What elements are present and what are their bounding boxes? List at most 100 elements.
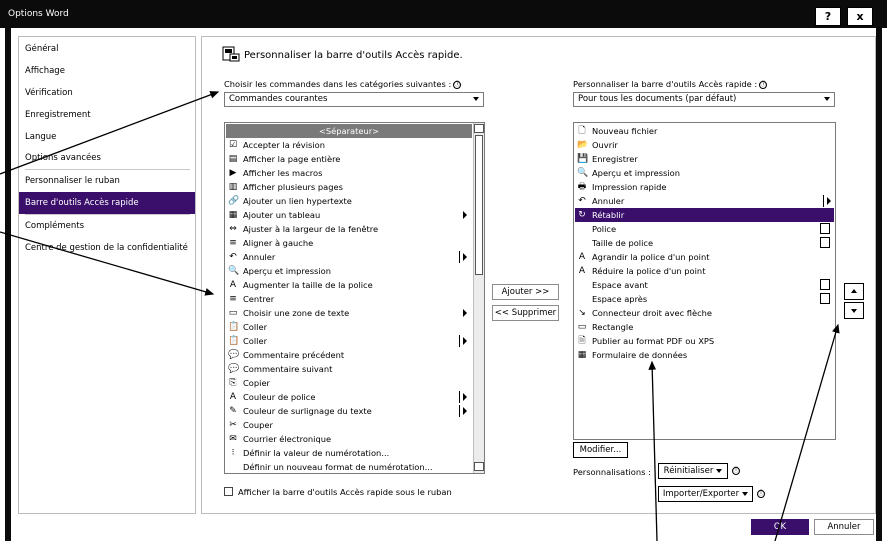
command-item[interactable]: ✂ Couper bbox=[226, 418, 472, 432]
qat-label: Connecteur droit avec flèche bbox=[592, 308, 713, 318]
command-item[interactable]: ▦ Ajouter un tableau bbox=[226, 208, 472, 222]
command-icon: 🗎 bbox=[578, 336, 586, 346]
command-icon: 📋 bbox=[228, 322, 240, 332]
command-item[interactable]: ▤ Afficher la page entière bbox=[226, 152, 472, 166]
command-item[interactable]: 📋 Coller bbox=[226, 320, 472, 334]
command-item[interactable]: 🔍 Aperçu et impression bbox=[226, 264, 472, 278]
qat-item[interactable]: ↘ Connecteur droit avec flèche bbox=[575, 306, 834, 320]
command-item[interactable]: ▥ Afficher plusieurs pages bbox=[226, 180, 472, 194]
split-separator bbox=[459, 335, 460, 347]
help-button[interactable]: ? bbox=[815, 7, 841, 26]
nav-item-proofing[interactable]: Vérification bbox=[19, 82, 195, 104]
command-item[interactable]: A Augmenter la taille de la police bbox=[226, 278, 472, 292]
command-item[interactable]: ⇔ Ajuster à la largeur de la fenêtre bbox=[226, 222, 472, 236]
nav-item-save[interactable]: Enregistrement bbox=[19, 104, 195, 126]
scroll-down-button[interactable] bbox=[474, 462, 484, 471]
submenu-arrow-icon bbox=[463, 407, 467, 415]
commands-category-select[interactable]: Commandes courantes bbox=[224, 92, 484, 107]
command-item[interactable]: <Séparateur> bbox=[226, 124, 472, 138]
command-icon: ≡ bbox=[229, 294, 237, 304]
command-item[interactable]: ⎘ Copier bbox=[226, 376, 472, 390]
command-item[interactable]: Définir un nouveau format de numérotatio… bbox=[226, 460, 472, 473]
command-item[interactable]: ↶ Annuler bbox=[226, 250, 472, 264]
qat-item[interactable]: ▭ Rectangle bbox=[575, 320, 834, 334]
qat-item[interactable]: 💾 Enregistrer bbox=[575, 152, 834, 166]
command-item[interactable]: ✎ Couleur de surlignage du texte bbox=[226, 404, 472, 418]
commands-scrollbar[interactable] bbox=[473, 123, 484, 473]
remove-command-button[interactable]: << Supprimer bbox=[492, 305, 559, 321]
qat-item[interactable]: Police bbox=[575, 222, 834, 236]
qat-item[interactable]: Taille de police bbox=[575, 236, 834, 250]
nav-item-language[interactable]: Langue bbox=[19, 126, 195, 148]
command-icon: 💬 bbox=[228, 364, 240, 374]
nav-item-general[interactable]: Général bbox=[19, 38, 195, 60]
command-item[interactable]: 💬 Commentaire précédent bbox=[226, 348, 472, 362]
move-up-button[interactable] bbox=[844, 283, 864, 300]
qat-item[interactable]: ↻ Rétablir bbox=[575, 208, 834, 222]
qat-item[interactable]: 🖶 Impression rapide bbox=[575, 180, 834, 194]
cancel-button[interactable]: Annuler bbox=[814, 519, 874, 535]
qat-label: Agrandir la police d'un point bbox=[592, 252, 710, 262]
nav-item-quick-access-toolbar[interactable]: Barre d'outils Accès rapide bbox=[19, 192, 195, 214]
submenu-arrow-icon bbox=[463, 309, 467, 317]
command-icon: ≡ bbox=[229, 238, 237, 248]
command-item[interactable]: ⁝ Définir la valeur de numérotation... bbox=[226, 446, 472, 460]
import-export-dropdown[interactable]: Importer/Exporter bbox=[658, 486, 753, 502]
command-icon: ▥ bbox=[228, 182, 238, 192]
reset-dropdown[interactable]: Réinitialiser bbox=[658, 463, 728, 479]
command-item[interactable]: ≡ Centrer bbox=[226, 292, 472, 306]
command-item[interactable]: ▭ Choisir une zone de texte bbox=[226, 306, 472, 320]
command-label: Ajuster à la largeur de la fenêtre bbox=[243, 224, 379, 234]
nav-item-customize-ribbon[interactable]: Personnaliser le ruban bbox=[19, 170, 195, 192]
qat-item[interactable]: A Réduire la police d'un point bbox=[575, 264, 834, 278]
command-label: Aligner à gauche bbox=[243, 238, 314, 248]
qat-item[interactable]: 🔍 Aperçu et impression bbox=[575, 166, 834, 180]
move-down-button[interactable] bbox=[844, 302, 864, 319]
qat-item[interactable]: 🗎 Publier au format PDF ou XPS bbox=[575, 334, 834, 348]
command-icon: ▦ bbox=[228, 210, 238, 220]
split-separator bbox=[459, 391, 460, 403]
qat-item[interactable]: A Agrandir la police d'un point bbox=[575, 250, 834, 264]
command-item[interactable]: ☑ Accepter la révision bbox=[226, 138, 472, 152]
qat-item[interactable]: 🗋 Nouveau fichier bbox=[575, 124, 834, 138]
main-panel: Personnaliser la barre d'outils Accès ra… bbox=[201, 36, 876, 535]
qat-item[interactable]: 📂 Ouvrir bbox=[575, 138, 834, 152]
toolbar-scope-label: Personnaliser la barre d'outils Accès ra… bbox=[573, 79, 758, 89]
info-icon: ⓘ bbox=[759, 80, 768, 89]
command-item[interactable]: ✉ Courrier électronique bbox=[226, 432, 472, 446]
scroll-up-button[interactable] bbox=[474, 124, 484, 133]
nav-item-trust-center[interactable]: Centre de gestion de la confidentialité bbox=[19, 237, 195, 259]
command-item[interactable]: 📋 Coller bbox=[226, 334, 472, 348]
add-command-button[interactable]: Ajouter >> bbox=[492, 284, 559, 300]
close-button[interactable]: x bbox=[847, 7, 873, 26]
qat-item[interactable]: ▦ Formulaire de données bbox=[575, 348, 834, 362]
command-icon: ▭ bbox=[228, 308, 238, 318]
toolbar-scope-select[interactable]: Pour tous les documents (par défaut) bbox=[573, 92, 835, 107]
command-item[interactable]: 🔗 Ajouter un lien hypertexte bbox=[226, 194, 472, 208]
qat-item[interactable]: Espace avant bbox=[575, 278, 834, 292]
info-icon: ⓘ bbox=[757, 490, 765, 498]
ok-button[interactable]: OK bbox=[751, 519, 809, 535]
nav-item-display[interactable]: Affichage bbox=[19, 60, 195, 82]
command-icon: 📋 bbox=[228, 336, 240, 346]
qat-item[interactable]: ↶ Annuler bbox=[575, 194, 834, 208]
command-label: Commentaire précédent bbox=[243, 350, 345, 360]
qat-label: Enregistrer bbox=[592, 154, 638, 164]
show-below-ribbon-checkbox[interactable] bbox=[224, 487, 233, 496]
qat-item[interactable]: Espace après bbox=[575, 292, 834, 306]
command-item[interactable]: A Couleur de police bbox=[226, 390, 472, 404]
scroll-thumb[interactable] bbox=[475, 135, 483, 275]
command-icon: ▤ bbox=[228, 154, 238, 164]
command-label: Couper bbox=[243, 420, 273, 430]
command-item[interactable]: 💬 Commentaire suivant bbox=[226, 362, 472, 376]
available-commands-list[interactable]: <Séparateur> ☑ Accepter la révision ▤ Affich… bbox=[224, 122, 485, 474]
modify-button[interactable]: Modifier... bbox=[573, 442, 628, 458]
command-label: Aperçu et impression bbox=[243, 266, 332, 276]
submenu-arrow-icon bbox=[463, 253, 467, 261]
command-item[interactable]: ▶ Afficher les macros bbox=[226, 166, 472, 180]
command-item[interactable]: ≡ Aligner à gauche bbox=[226, 236, 472, 250]
nav-item-advanced[interactable]: Options avancées bbox=[19, 147, 195, 169]
toolbar-commands-list[interactable]: 🗋 Nouveau fichier 📂 Ouvrir 💾 Enregistrer 🔍 Aper… bbox=[573, 122, 836, 440]
show-below-ribbon-label: Afficher la barre d'outils Accès rapide … bbox=[238, 487, 452, 497]
nav-item-add-ins[interactable]: Compléments bbox=[19, 215, 195, 237]
